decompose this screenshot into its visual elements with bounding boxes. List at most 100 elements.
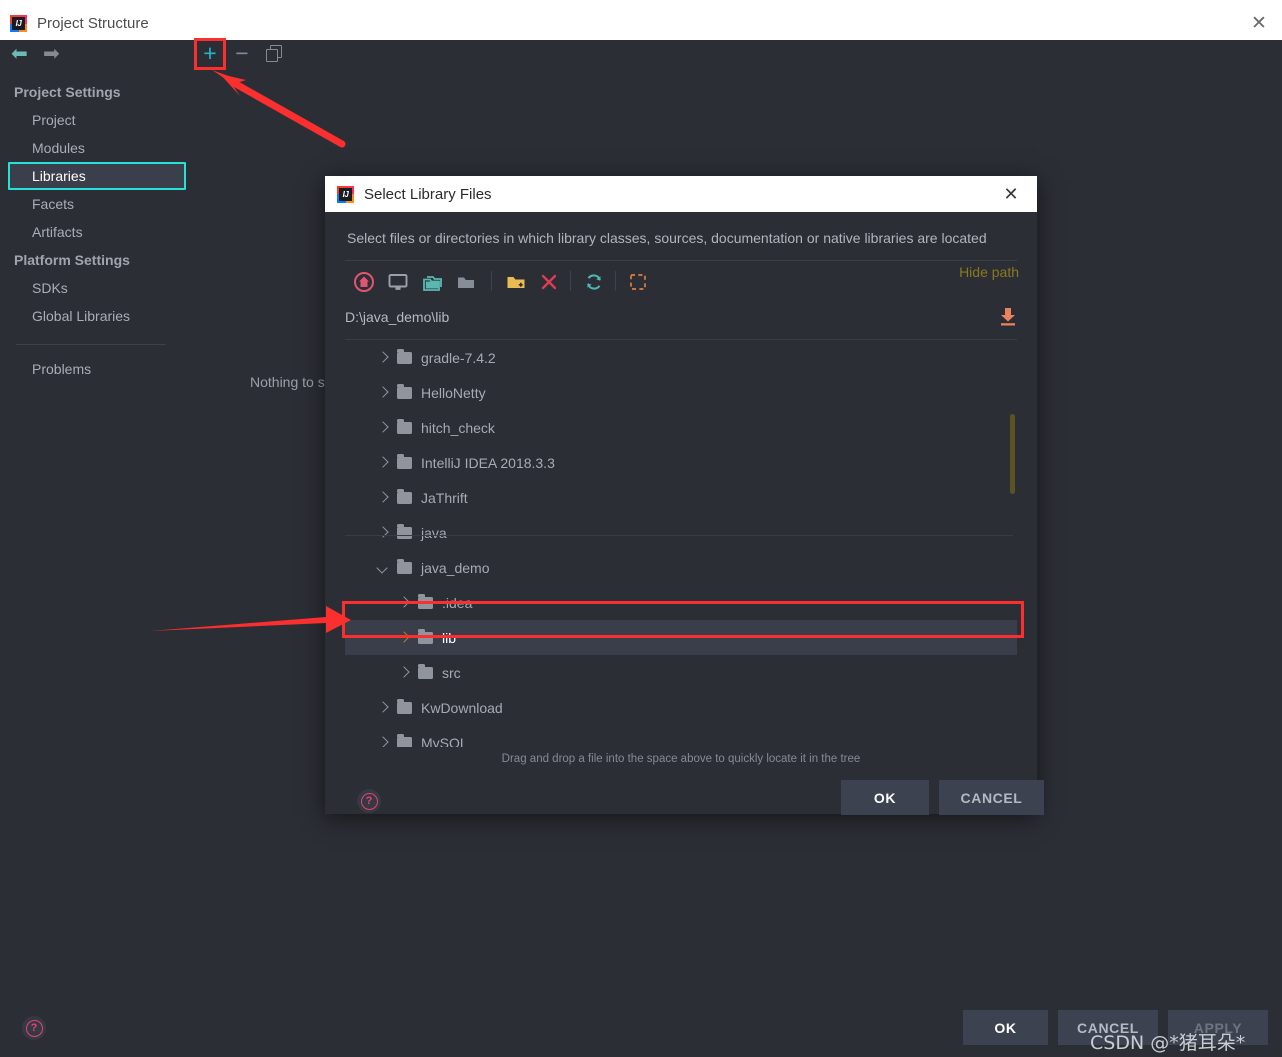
chevron-right-icon[interactable]: [398, 667, 410, 679]
sidebar-divider: [16, 344, 166, 345]
folder-icon: [418, 663, 433, 679]
tree-row[interactable]: java: [345, 515, 1017, 550]
chevron-right-icon[interactable]: [377, 387, 389, 399]
sidebar-item-modules[interactable]: Modules: [0, 134, 190, 162]
folder-icon: [397, 733, 412, 747]
file-tree[interactable]: gradle-7.4.2 HelloNetty hitch_check Inte…: [345, 339, 1017, 747]
folder-icon: [397, 698, 412, 714]
tree-row[interactable]: MySQL: [345, 725, 1017, 747]
ok-button[interactable]: OK: [963, 1010, 1048, 1045]
annotation-arrow-to-add-button: [212, 70, 346, 148]
clipped-top-strip: [0, 0, 1282, 7]
select-area-icon[interactable]: [627, 271, 649, 293]
folder-icon[interactable]: [455, 271, 477, 293]
intellij-logo-icon: IJ: [337, 185, 354, 203]
tree-row-label: java: [421, 524, 447, 541]
tree-row[interactable]: java_demo: [345, 550, 1017, 585]
watermark: CSDN @*猪耳朵*: [1090, 1032, 1246, 1054]
folder-icon: [397, 453, 412, 469]
chevron-right-icon[interactable]: [398, 632, 410, 644]
question-mark-icon: ?: [360, 792, 378, 810]
tree-row-lib[interactable]: lib: [345, 620, 1017, 655]
download-icon[interactable]: [999, 307, 1017, 327]
dialog-close-button[interactable]: ✕: [995, 176, 1027, 212]
sidebar-item-artifacts[interactable]: Artifacts: [0, 218, 190, 246]
intellij-logo-icon: IJ: [10, 15, 27, 32]
settings-sidebar: Project Settings Project Modules Librari…: [0, 78, 190, 383]
page-title: Project Structure: [37, 15, 149, 32]
chevron-right-icon[interactable]: [377, 702, 389, 714]
screen-root: IJ Project Structure ✕ ⬅ ➡ + − Project S…: [0, 0, 1282, 1057]
tree-row[interactable]: HelloNetty: [345, 375, 1017, 410]
content-placeholder: Nothing to s: [250, 374, 325, 390]
file-chooser-toolbar: [345, 261, 1017, 303]
delete-icon[interactable]: [538, 271, 560, 293]
dialog-cancel-button[interactable]: CANCEL: [939, 780, 1044, 815]
tree-row[interactable]: hitch_check: [345, 410, 1017, 445]
toolbar-divider: [491, 271, 492, 291]
copy-icon[interactable]: [266, 45, 284, 63]
tree-row-label: gradle-7.4.2: [421, 349, 496, 366]
new-folder-icon[interactable]: [505, 271, 527, 293]
chevron-right-icon[interactable]: [377, 422, 389, 434]
chevron-right-icon[interactable]: [398, 597, 410, 609]
tree-row-label: KwDownload: [421, 699, 503, 716]
folders-icon[interactable]: [421, 271, 443, 293]
tree-row-label: hitch_check: [421, 419, 495, 436]
sidebar-item-project[interactable]: Project: [0, 106, 190, 134]
toolbar-divider: [570, 271, 571, 291]
back-arrow-icon[interactable]: ⬅: [11, 44, 28, 64]
remove-library-button[interactable]: −: [233, 42, 251, 65]
forward-arrow-icon[interactable]: ➡: [43, 44, 60, 64]
main-window-titlebar: IJ Project Structure ✕: [0, 7, 1282, 40]
refresh-icon[interactable]: [583, 271, 605, 293]
select-library-files-dialog: IJ Select Library Files ✕ Select files o…: [325, 176, 1044, 815]
dialog-title: Select Library Files: [364, 185, 492, 203]
sidebar-item-problems[interactable]: Problems: [0, 355, 190, 383]
chevron-right-icon[interactable]: [377, 352, 389, 364]
sidebar-item-global-libraries[interactable]: Global Libraries: [0, 302, 190, 330]
dialog-description: Select files or directories in which lib…: [347, 230, 987, 246]
tree-row-label: .idea: [442, 594, 473, 611]
sidebar-item-facets[interactable]: Facets: [0, 190, 190, 218]
annotation-arrow-to-lib-row: [150, 606, 351, 633]
dialog-footer: ? OK CANCEL: [345, 765, 1044, 841]
folder-icon: [397, 348, 412, 364]
tree-row-label: IntelliJ IDEA 2018.3.3: [421, 454, 555, 471]
chevron-down-icon[interactable]: [377, 562, 389, 574]
desktop-icon[interactable]: [387, 271, 409, 293]
add-library-button[interactable]: +: [200, 42, 220, 65]
path-row: D:\java_demo\lib: [345, 303, 1017, 339]
dialog-help-button[interactable]: ?: [357, 789, 381, 813]
chevron-right-icon[interactable]: [377, 737, 389, 748]
drag-drop-hint: Drag and drop a file into the space abov…: [501, 753, 861, 765]
path-value[interactable]: D:\java_demo\lib: [345, 309, 449, 325]
tree-row[interactable]: KwDownload: [345, 690, 1017, 725]
tree-row-label: MySQL: [421, 734, 468, 748]
tree-row[interactable]: gradle-7.4.2: [345, 340, 1017, 375]
sidebar-group-project-settings: Project Settings: [14, 84, 121, 100]
dialog-ok-button[interactable]: OK: [841, 780, 929, 815]
help-button[interactable]: ?: [22, 1016, 46, 1040]
home-icon[interactable]: [353, 271, 375, 293]
tree-row[interactable]: .idea: [345, 585, 1017, 620]
tree-row[interactable]: IntelliJ IDEA 2018.3.3: [345, 445, 1017, 480]
chevron-right-icon[interactable]: [377, 527, 389, 539]
tree-row[interactable]: src: [345, 655, 1017, 690]
tree-scrollbar[interactable]: [1010, 414, 1015, 494]
folder-icon: [418, 628, 433, 644]
folder-icon: [397, 418, 412, 434]
folder-icon: [397, 523, 412, 539]
folder-icon: [397, 488, 412, 504]
tree-row[interactable]: JaThrift: [345, 480, 1017, 515]
chevron-right-icon[interactable]: [377, 457, 389, 469]
toolbar-divider: [615, 271, 616, 291]
window-close-button[interactable]: ✕: [1236, 7, 1282, 40]
sidebar-item-libraries[interactable]: Libraries: [8, 162, 186, 190]
hide-path-link[interactable]: Hide path: [959, 264, 1019, 280]
sidebar-group-platform-settings: Platform Settings: [14, 252, 130, 268]
sidebar-item-sdks[interactable]: SDKs: [0, 274, 190, 302]
chevron-right-icon[interactable]: [377, 492, 389, 504]
main-toolbar: [0, 40, 1282, 72]
tree-row-label: src: [442, 664, 461, 681]
